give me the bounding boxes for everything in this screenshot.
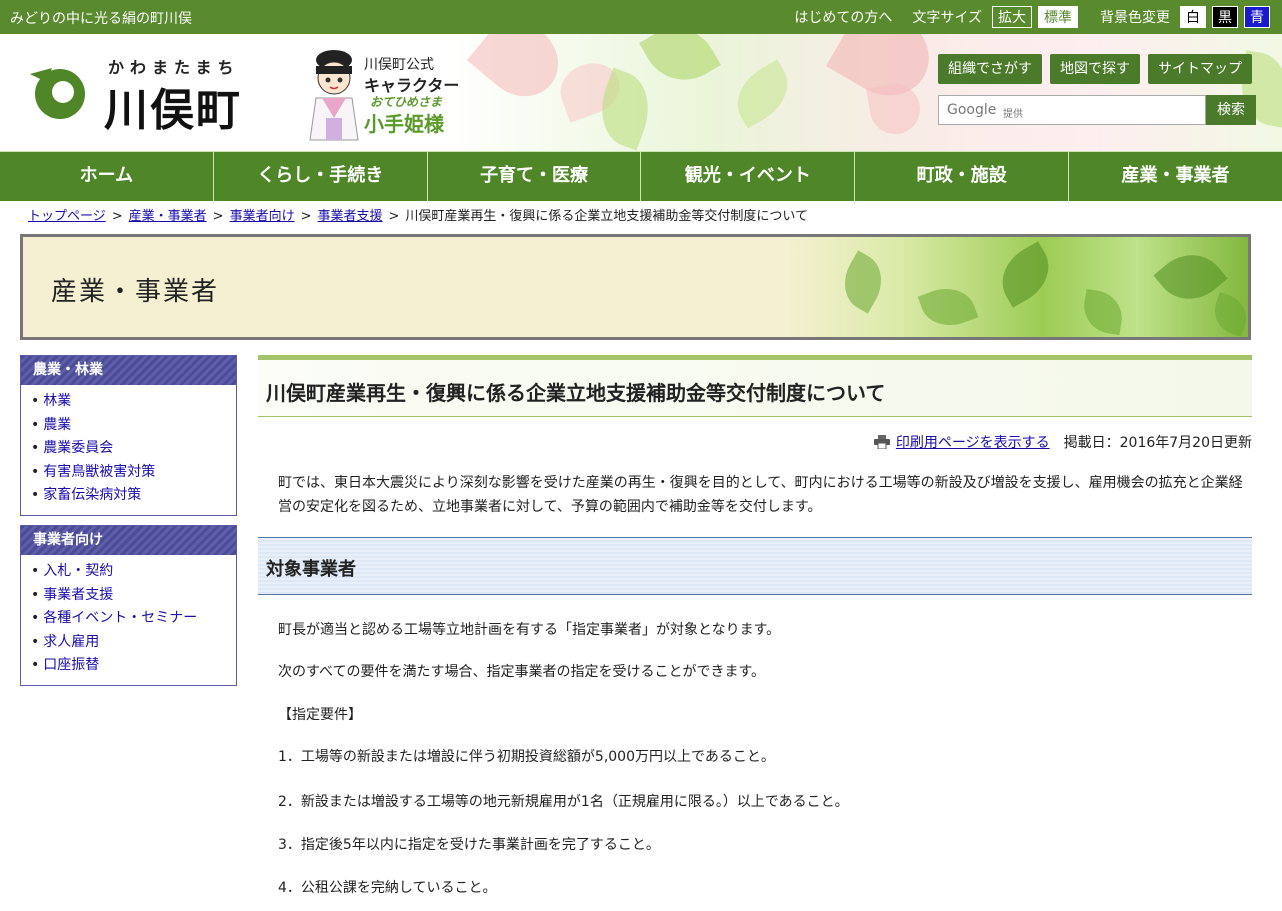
sidebar-item-agriculture[interactable]: 農業 (31, 414, 236, 438)
bg-blue-button[interactable]: 青 (1244, 6, 1270, 28)
font-large-button[interactable]: 拡大 (992, 6, 1032, 28)
search-by-map-button[interactable]: 地図で探す (1050, 54, 1140, 84)
nav-home[interactable]: ホーム (0, 152, 214, 201)
site-tagline: みどりの中に光る絹の町川俣 (10, 11, 192, 27)
intro-paragraph: 町では、東日本大震災により深刻な影響を受けた産業の再生・復興を目的として、町内に… (278, 475, 1243, 515)
sidebar-item-forestry[interactable]: 林業 (31, 390, 236, 414)
search-button[interactable]: 検索 (1206, 95, 1256, 125)
header-buttons: 組織でさがす 地図で探す サイトマップ (938, 54, 1252, 84)
sidebar-heading: 事業者向け (21, 526, 236, 555)
mascot-kotehime-icon (309, 50, 359, 141)
breadcrumb-current: 川俣町産業再生・復興に係る企業立地支援補助金等交付制度について (405, 209, 809, 224)
paragraph: 【指定要件】 (278, 707, 362, 723)
breadcrumb-link-industry[interactable]: 産業・事業者 (129, 209, 207, 224)
breadcrumb-separator: > (212, 209, 224, 224)
main-content: 川俣町産業再生・復興に係る企業立地支援補助金等交付制度について 印刷用ページを表… (258, 355, 1252, 896)
nav-childcare[interactable]: 子育て・医療 (428, 152, 642, 201)
town-logo-icon[interactable] (30, 64, 90, 120)
nav-government[interactable]: 町政・施設 (855, 152, 1070, 201)
page-title: 川俣町産業再生・復興に係る企業立地支援補助金等交付制度について (266, 381, 886, 405)
sidebar-item-account-transfer[interactable]: 口座振替 (31, 654, 236, 678)
breadcrumb-separator: > (388, 209, 400, 224)
bg-white-button[interactable]: 白 (1180, 6, 1206, 28)
category-title: 産業・事業者 (51, 277, 220, 307)
google-brand: Google (947, 102, 997, 118)
nav-tourism[interactable]: 観光・イベント (641, 152, 856, 201)
requirement-item: 4．公租公課を完納していること。 (278, 880, 497, 896)
global-nav: ホーム くらし・手続き 子育て・医療 観光・イベント 町政・施設 産業・事業者 (0, 151, 1282, 201)
breadcrumb-separator: > (111, 209, 123, 224)
banner-leaves-image (783, 237, 1248, 337)
bg-black-button[interactable]: 黒 (1212, 6, 1238, 28)
sitemap-button[interactable]: サイトマップ (1148, 54, 1252, 84)
character-caption-1: 川俣町公式 (364, 57, 434, 73)
sidebar-item-business-support[interactable]: 事業者支援 (31, 584, 236, 608)
sidebar-menu-agriculture: 農業・林業 林業 農業 農業委員会 有害鳥獣被害対策 家畜伝染病対策 (20, 355, 237, 516)
sidebar-item-events-seminars[interactable]: 各種イベント・セミナー (31, 607, 236, 631)
requirement-item: 3．指定後5年以内に指定を受けた事業計画を完了すること。 (278, 837, 660, 853)
font-size-label: 文字サイズ (912, 10, 982, 26)
character-name: 小手姫様 (364, 112, 444, 136)
nav-living[interactable]: くらし・手続き (214, 152, 428, 201)
print-page-link[interactable]: 印刷用ページを表示する (896, 432, 1050, 452)
font-normal-button[interactable]: 標準 (1038, 6, 1078, 28)
posted-date: 掲載日：2016年7月20日更新 (1063, 435, 1252, 451)
sidebar-item-livestock-disease[interactable]: 家畜伝染病対策 (31, 484, 236, 508)
article-meta: 印刷用ページを表示する 掲載日：2016年7月20日更新 (873, 432, 1252, 452)
sidebar-heading: 農業・林業 (21, 356, 236, 385)
top-utility-bar: みどりの中に光る絹の町川俣 はじめての方へ 文字サイズ 拡大 標準 背景色変更 … (0, 0, 1282, 34)
sidebar-item-agri-committee[interactable]: 農業委員会 (31, 437, 236, 461)
site-search-input[interactable]: Google 提供 (938, 95, 1206, 125)
sidebar-item-bidding[interactable]: 入札・契約 (31, 560, 236, 584)
sidebar-item-employment[interactable]: 求人雇用 (31, 631, 236, 655)
first-visit-link[interactable]: はじめての方へ (794, 7, 892, 27)
search-provided-label: 提供 (1003, 109, 1023, 120)
breadcrumb-link-support[interactable]: 事業者支援 (318, 209, 383, 224)
paragraph: 町長が適当と認める工場等立地計画を有する「指定事業者」が対象となります。 (278, 622, 781, 638)
section-heading: 対象事業者 (258, 537, 1252, 595)
breadcrumb-separator: > (300, 209, 312, 224)
section-title: 対象事業者 (266, 559, 356, 580)
site-header: かわまたまち 川俣町 川俣町公式 キャラクター おてひめさま 小手姫様 組織でさ… (0, 34, 1282, 151)
accessibility-tools: はじめての方へ 文字サイズ 拡大 標準 背景色変更 白 黒 青 (794, 6, 1270, 28)
article-heading: 川俣町産業再生・復興に係る企業立地支援補助金等交付制度について (258, 355, 1252, 417)
printer-icon (873, 435, 890, 449)
site-logo-text[interactable]: 川俣町 (104, 74, 242, 138)
breadcrumb: トップページ > 産業・事業者 > 事業者向け > 事業者支援 > 川俣町産業再生・復興に係る企… (28, 205, 808, 224)
breadcrumb-link-business[interactable]: 事業者向け (230, 209, 295, 224)
sidebar-item-wildlife-damage[interactable]: 有害鳥獣被害対策 (31, 461, 236, 485)
requirement-item: 1．工場等の新設または増設に伴う初期投資総額が5,000万円以上であること。 (278, 749, 775, 765)
search-by-org-button[interactable]: 組織でさがす (938, 54, 1042, 84)
requirement-item: 2．新設または増設する工場等の地元新規雇用が1名（正規雇用に限る。）以上であるこ… (278, 794, 849, 810)
category-banner: 産業・事業者 (20, 234, 1251, 340)
paragraph: 次のすべての要件を満たす場合、指定事業者の指定を受けることができます。 (278, 664, 766, 680)
sidebar-menu-business: 事業者向け 入札・契約 事業者支援 各種イベント・セミナー 求人雇用 口座振替 (20, 525, 237, 686)
bg-color-label: 背景色変更 (1100, 10, 1170, 26)
breadcrumb-link-top[interactable]: トップページ (28, 209, 106, 224)
nav-industry[interactable]: 産業・事業者 (1069, 152, 1282, 201)
